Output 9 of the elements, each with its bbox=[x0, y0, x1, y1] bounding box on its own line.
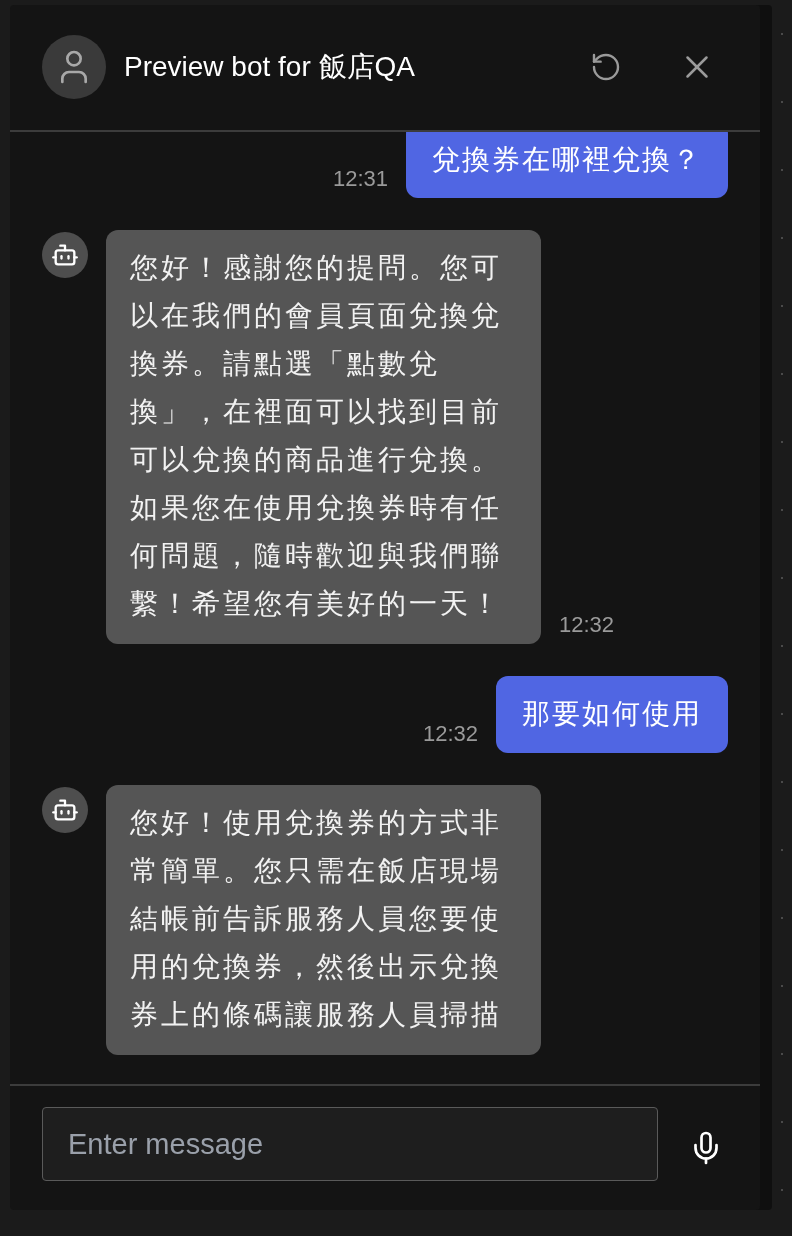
user-message: 兌換券在哪裡兌換？ bbox=[406, 132, 728, 199]
message-input[interactable]: Enter message bbox=[42, 1107, 658, 1181]
bot-message: 您好！使用兌換券的方式非常簡單。您只需在飯店現場結帳前告訴服務人員您要使用的兌換券，然後出示兌換券上的條碼讓服務人員掃描 bbox=[106, 784, 541, 1055]
user-message: 那要如何使用 bbox=[496, 676, 728, 753]
message-time: 12:32 bbox=[422, 720, 478, 747]
message-time: 12:31 bbox=[332, 166, 388, 193]
message-time: 12:32 bbox=[559, 612, 615, 639]
bot-message: 您好！感謝您的提問。您可以在我們的會員頁面兌換兌換券。請點選「點數兌換」，在裡面可以找到目前可以兌換的商品進行兌換。如果您在使用兌換券時有任何問題，隨時歡迎與我們聯繫！希望您有美好的一天！ bbox=[106, 230, 541, 645]
chat-title: Preview bot for 飯店QA bbox=[124, 49, 416, 84]
